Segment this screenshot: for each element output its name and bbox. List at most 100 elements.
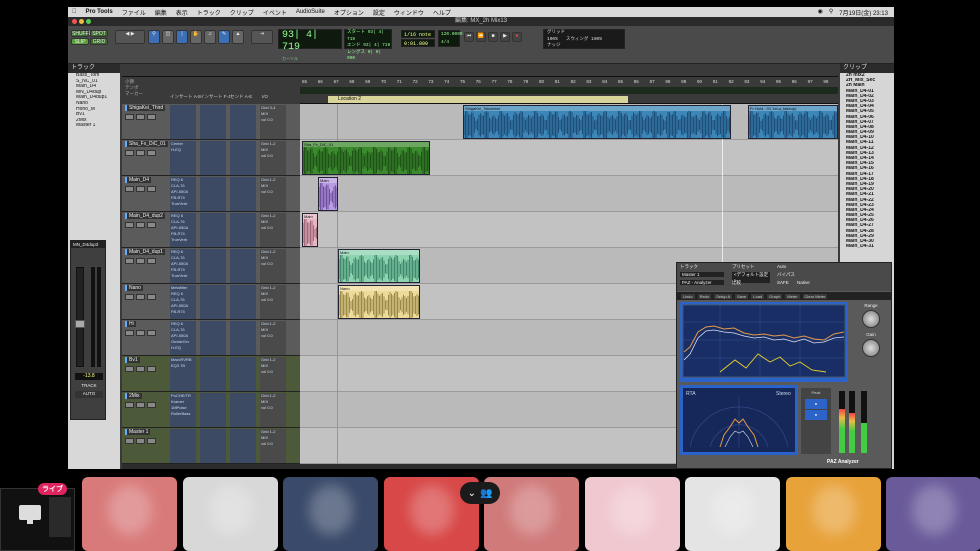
track-name[interactable]: Nano [125, 285, 143, 291]
plugin-toolbar-item[interactable]: Graph [767, 293, 783, 299]
audio-clip[interactable]: Nano [338, 285, 420, 319]
range-knob[interactable] [862, 310, 880, 328]
io-field[interactable]: vol 0.0 [260, 225, 286, 231]
record-button[interactable] [125, 222, 134, 228]
menu-setup[interactable]: 設定 [373, 8, 385, 17]
trim-tool-icon[interactable]: ◫ [162, 30, 174, 44]
menu-audiosuite[interactable]: AudioSuite [296, 9, 325, 15]
plugin-toolbar-item[interactable]: Setup A [714, 293, 733, 299]
gain-knob[interactable] [862, 339, 880, 357]
mute-button[interactable] [147, 222, 156, 228]
insert-slot[interactable]: H-EQ [170, 147, 196, 153]
menu-clip[interactable]: クリップ [230, 8, 254, 17]
track-name[interactable]: ShigaKei_Third [125, 105, 166, 111]
mute-button[interactable] [147, 114, 156, 120]
solo-button[interactable] [136, 330, 145, 336]
io-field[interactable]: vol 0.0 [260, 441, 286, 447]
track-header[interactable]: Main_D4_dup1 REQ 6 CLA-76 API-550A FB-R74 Tru… [122, 248, 300, 284]
solo-button[interactable] [136, 150, 145, 156]
swing-value[interactable]: 100% [591, 37, 602, 42]
insert-slots-f[interactable] [200, 285, 226, 319]
track-header[interactable]: Master 1 Grid 1-2 MIX vol 0.0 [122, 428, 300, 464]
plugin-toolbar-item[interactable]: Clear Meter [802, 293, 828, 299]
io-field[interactable]: vol 0.0 [260, 261, 286, 267]
io-field[interactable]: vol 0.0 [260, 153, 286, 159]
audio-clip[interactable]: Main [338, 249, 420, 283]
insert-slots-f[interactable] [200, 177, 226, 211]
expand-participants-button[interactable]: ⌄ 👥 [460, 482, 500, 504]
mute-button[interactable] [147, 366, 156, 372]
insert-slots-f[interactable] [200, 213, 226, 247]
solo-button[interactable] [136, 366, 145, 372]
insert-slots-f[interactable] [200, 321, 226, 355]
record-button[interactable] [125, 438, 134, 444]
track-name[interactable]: Sha_Fx_DiC_01 [125, 141, 168, 147]
insert-slot[interactable]: FB-R74 [170, 309, 196, 315]
participant-tile[interactable] [886, 477, 980, 551]
solo-button[interactable] [136, 114, 145, 120]
tempo-meter[interactable]: 120.0000 4/4 [438, 30, 463, 47]
smart-tool-icon[interactable]: ▲ [232, 30, 244, 44]
record-button[interactable] [125, 402, 134, 408]
insert-slot[interactable]: TrueVerb [170, 201, 196, 207]
io-field[interactable]: vol 0.0 [260, 117, 286, 123]
record-button[interactable] [125, 366, 134, 372]
location-marker[interactable]: Location 2 [328, 96, 628, 103]
grabber-tool-icon[interactable]: ✋ [190, 30, 202, 44]
insert-slots-f[interactable] [200, 357, 226, 391]
solo-button[interactable] [136, 222, 145, 228]
insert-slots-f[interactable] [200, 249, 226, 283]
tab-to-transient-button[interactable]: ⇥ [251, 30, 273, 44]
solo-button[interactable] [136, 186, 145, 192]
track-list-item[interactable]: Master 1 [68, 123, 120, 129]
send-slots[interactable] [230, 213, 256, 247]
minimize-window-icon[interactable] [79, 19, 84, 24]
track-header[interactable]: ShigaKei_Third Grid 3-4 MIX vol 0.0 [122, 104, 300, 140]
plugin-compare-button[interactable]: 比較 [732, 280, 741, 286]
track-name[interactable]: Main_D4 [125, 177, 152, 183]
send-slots[interactable] [230, 141, 256, 175]
menu-window[interactable]: ウィンドウ [394, 8, 424, 17]
menubar-clock[interactable]: 7月19日(金) 23:13 [839, 8, 888, 17]
grid-nudge-panel[interactable]: グリッド 100% スウィング 100% ナッジ [543, 29, 625, 49]
audio-clip[interactable]: Sha_Fx_DiC_01 [302, 141, 430, 175]
participant-tile[interactable] [182, 477, 278, 551]
audio-clip[interactable]: Main [318, 177, 338, 211]
record-button[interactable] [125, 114, 134, 120]
io-field[interactable]: vol 0.0 [260, 297, 286, 303]
insert-slots-f[interactable] [200, 141, 226, 175]
insert-slot[interactable]: H-EQ [170, 345, 196, 351]
track-header[interactable]: Main_D4_dup2 REQ 6 CLA-76 API-550A FB-R74 Tru… [122, 212, 300, 248]
end-value[interactable]: 93| 4| 719 [363, 43, 390, 48]
track-name[interactable]: 2Mix [125, 393, 142, 399]
app-menu[interactable]: Pro Tools [86, 9, 113, 15]
mute-button[interactable] [147, 186, 156, 192]
menu-file[interactable]: ファイル [122, 8, 146, 17]
timeline-ruler[interactable]: 65 66 67 68 69 70 71 72 73 74 75 76 77 78 79 80 81 82 83 84… [300, 77, 838, 104]
record-button[interactable] [125, 150, 134, 156]
timeline-lane[interactable] [300, 212, 838, 248]
participant-tile[interactable] [584, 477, 680, 551]
record-button[interactable] [125, 258, 134, 264]
mute-button[interactable] [147, 330, 156, 336]
mute-button[interactable] [147, 258, 156, 264]
send-slots[interactable] [230, 357, 256, 391]
search-icon[interactable]: ⚲ [829, 8, 833, 17]
plugin-insert-select[interactable]: PAZ - Analyzer [680, 280, 724, 285]
wifi-icon[interactable]: ◉ [818, 8, 823, 17]
audio-clip[interactable]: Fr Hold - 01 1st.a_takeup) [748, 105, 838, 139]
record-button[interactable] [125, 330, 134, 336]
peak-hold-button[interactable]: ● [805, 399, 827, 409]
plugin-toolbar-item[interactable]: Undo [681, 293, 695, 299]
plugin-toolbar-item[interactable]: Meter [785, 293, 800, 299]
track-name[interactable]: Bv1 [125, 357, 140, 363]
send-slots[interactable] [230, 285, 256, 319]
participant-tile[interactable] [785, 477, 881, 551]
track-header[interactable]: Nano Metafilter REQ 6 CLA-76 API-550A FB-R74 G… [122, 284, 300, 320]
track-header[interactable]: 2Mix PuCHE/TR Kramer 1MPulse RollerBass Grid … [122, 392, 300, 428]
send-slots[interactable] [230, 249, 256, 283]
mode-spot-button[interactable]: SPOT [90, 30, 108, 37]
io-field[interactable]: vol 0.0 [260, 369, 286, 375]
track-name[interactable]: Main_D4_dup2 [125, 213, 165, 219]
apple-icon[interactable]:  [72, 9, 77, 15]
